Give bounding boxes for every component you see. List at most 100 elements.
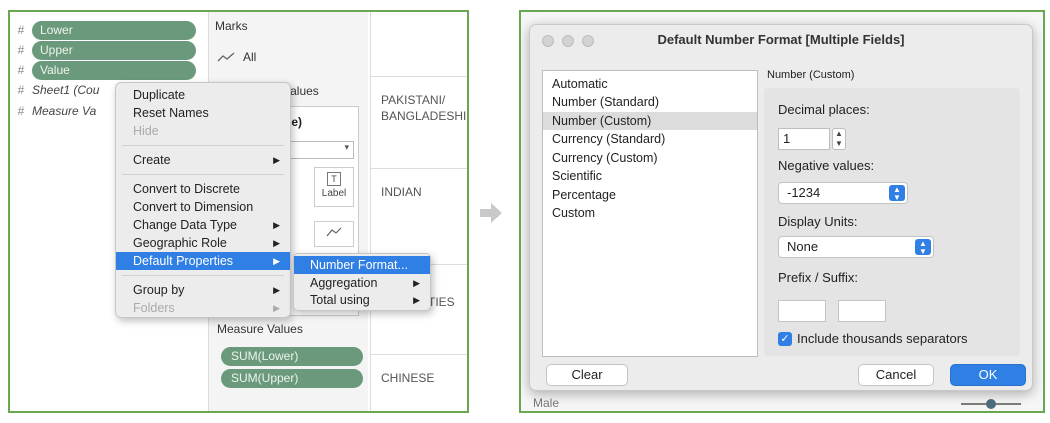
format-option[interactable]: Currency (Custom) bbox=[543, 149, 757, 167]
marks-title: Marks bbox=[215, 19, 248, 33]
sum-upper-pill[interactable]: SUM(Upper) bbox=[221, 369, 363, 388]
menu-item-label: Geographic Role bbox=[133, 236, 227, 250]
suffix-input[interactable] bbox=[838, 300, 886, 322]
format-list: Automatic Number (Standard) Number (Cust… bbox=[542, 70, 758, 357]
ok-button[interactable]: OK bbox=[950, 364, 1026, 386]
display-units-select[interactable]: None ▲ ▼ bbox=[778, 236, 934, 258]
default-properties-submenu: Number Format... Aggregation ▶ Total usin… bbox=[293, 253, 431, 311]
menu-item-number-format[interactable]: Number Format... bbox=[294, 256, 430, 274]
format-option[interactable]: Scientific bbox=[543, 167, 757, 185]
sum-lower-pill[interactable]: SUM(Lower) bbox=[221, 347, 363, 366]
submenu-arrow-icon: ▶ bbox=[273, 285, 280, 295]
menu-item-label: Convert to Discrete bbox=[133, 182, 240, 196]
menu-item-aggregation[interactable]: Aggregation ▶ bbox=[294, 274, 430, 292]
menu-item-total-using[interactable]: Total using ▶ bbox=[294, 291, 430, 309]
format-option[interactable]: Number (Standard) bbox=[543, 93, 757, 111]
display-units-label: Display Units: bbox=[778, 214, 858, 229]
format-option[interactable]: Automatic bbox=[543, 75, 757, 93]
background-row-label: Male bbox=[533, 396, 560, 410]
clear-button[interactable]: Clear bbox=[546, 364, 628, 386]
prefix-input[interactable] bbox=[778, 300, 826, 322]
measure-hash-icon: # bbox=[17, 104, 25, 118]
marks-all-row[interactable]: All bbox=[217, 50, 256, 64]
field-value[interactable]: # Value bbox=[10, 60, 196, 80]
negative-values-label: Negative values: bbox=[778, 158, 875, 173]
menu-separator bbox=[122, 275, 284, 276]
menu-item-convert-discrete[interactable]: Convert to Discrete bbox=[116, 180, 290, 198]
menu-item-label: Reset Names bbox=[133, 106, 209, 120]
number-format-panel: Male Default Number Format [Multiple Fie… bbox=[519, 10, 1045, 413]
category-label: PAKISTANI/ BANGLADESHI bbox=[381, 93, 467, 123]
format-option-selected[interactable]: Number (Custom) bbox=[543, 112, 757, 130]
menu-item-label: Aggregation bbox=[310, 276, 378, 290]
menu-item-label: Group by bbox=[133, 283, 185, 297]
category-label: INDIAN bbox=[381, 185, 422, 199]
chevron-updown-icon: ▲ ▼ bbox=[889, 185, 905, 202]
row-divider bbox=[371, 168, 467, 169]
field-measure-values[interactable]: # Measure Va bbox=[10, 101, 97, 121]
measure-hash-icon: # bbox=[17, 43, 25, 57]
format-option[interactable]: Currency (Standard) bbox=[543, 130, 757, 148]
thousands-separator-checkbox[interactable]: ✓ bbox=[778, 332, 792, 346]
format-option[interactable]: Custom bbox=[543, 204, 757, 222]
format-options-box: Decimal places: 1 ▲ ▼ Negative values: -1… bbox=[764, 88, 1020, 356]
decimal-stepper[interactable]: ▲ ▼ bbox=[832, 128, 846, 150]
negative-values-select[interactable]: -1234 ▲ ▼ bbox=[778, 182, 908, 204]
decimal-places-input[interactable]: 1 bbox=[778, 128, 830, 150]
menu-item-convert-dimension[interactable]: Convert to Dimension bbox=[116, 198, 290, 216]
menu-item-duplicate[interactable]: Duplicate bbox=[116, 86, 290, 104]
submenu-arrow-icon: ▶ bbox=[273, 303, 280, 313]
thousands-separator-label: Include thousands separators bbox=[797, 331, 968, 346]
cancel-button[interactable]: Cancel bbox=[858, 364, 934, 386]
format-option[interactable]: Percentage bbox=[543, 186, 757, 204]
menu-item-label: Total using bbox=[310, 293, 370, 307]
measure-hash-icon: # bbox=[17, 23, 25, 37]
field-pill: Lower bbox=[32, 20, 196, 40]
measure-hash-icon: # bbox=[17, 63, 25, 77]
line-mark-icon bbox=[217, 52, 235, 62]
row-divider bbox=[371, 354, 467, 355]
submenu-arrow-icon: ▶ bbox=[413, 278, 420, 288]
field-pill: Upper bbox=[32, 40, 196, 60]
menu-item-reset-names[interactable]: Reset Names bbox=[116, 104, 290, 122]
field-lower[interactable]: # Lower bbox=[10, 20, 196, 40]
menu-item-geographic-role[interactable]: Geographic Role ▶ bbox=[116, 234, 290, 252]
select-value: None bbox=[787, 239, 819, 254]
menu-item-hide: Hide bbox=[116, 122, 290, 140]
submenu-arrow-icon: ▶ bbox=[273, 238, 280, 248]
menu-item-label: Number Format... bbox=[310, 258, 408, 272]
marks-all-label: All bbox=[243, 50, 257, 64]
tableau-worksheet-panel: # Lower # Upper # Value # Sheet1 (Cou # … bbox=[8, 10, 469, 413]
label-button[interactable]: T Label bbox=[314, 167, 354, 207]
path-button[interactable] bbox=[314, 221, 354, 247]
menu-item-label: Hide bbox=[133, 124, 159, 138]
field-label: Measure Va bbox=[32, 104, 97, 118]
submenu-arrow-icon: ▶ bbox=[273, 256, 280, 266]
right-arrow-icon bbox=[480, 203, 502, 223]
format-section-title: Number (Custom) bbox=[767, 69, 855, 81]
menu-item-default-properties[interactable]: Default Properties ▶ bbox=[116, 252, 290, 270]
menu-item-label: Create bbox=[133, 153, 171, 167]
menu-item-label: Convert to Dimension bbox=[133, 200, 254, 214]
field-upper[interactable]: # Upper bbox=[10, 40, 196, 60]
menu-item-label: Default Properties bbox=[133, 254, 234, 268]
menu-item-create[interactable]: Create ▶ bbox=[116, 151, 290, 169]
view-categories: PAKISTANI/ BANGLADESHI INDIAN ETHNICITIE… bbox=[370, 12, 467, 411]
menu-item-label: Change Data Type bbox=[133, 218, 238, 232]
menu-separator bbox=[122, 174, 284, 175]
menu-item-label: Folders bbox=[133, 301, 175, 315]
measure-hash-icon: # bbox=[17, 83, 25, 97]
menu-item-label: Duplicate bbox=[133, 88, 186, 102]
path-icon bbox=[326, 227, 342, 237]
menu-item-group-by[interactable]: Group by ▶ bbox=[116, 281, 290, 299]
menu-item-change-data-type[interactable]: Change Data Type ▶ bbox=[116, 216, 290, 234]
submenu-arrow-icon: ▶ bbox=[413, 295, 420, 305]
menu-separator bbox=[122, 145, 284, 146]
field-pill: Value bbox=[32, 60, 196, 80]
dialog-titlebar: Default Number Format [Multiple Fields] bbox=[530, 25, 1032, 55]
field-context-menu: Duplicate Reset Names Hide Create ▶ Conve… bbox=[115, 82, 291, 318]
field-sheet1-count[interactable]: # Sheet1 (Cou bbox=[10, 80, 100, 100]
submenu-arrow-icon: ▶ bbox=[273, 220, 280, 230]
decimal-places-label: Decimal places: bbox=[778, 102, 870, 117]
chevron-updown-icon: ▲ ▼ bbox=[915, 239, 931, 256]
